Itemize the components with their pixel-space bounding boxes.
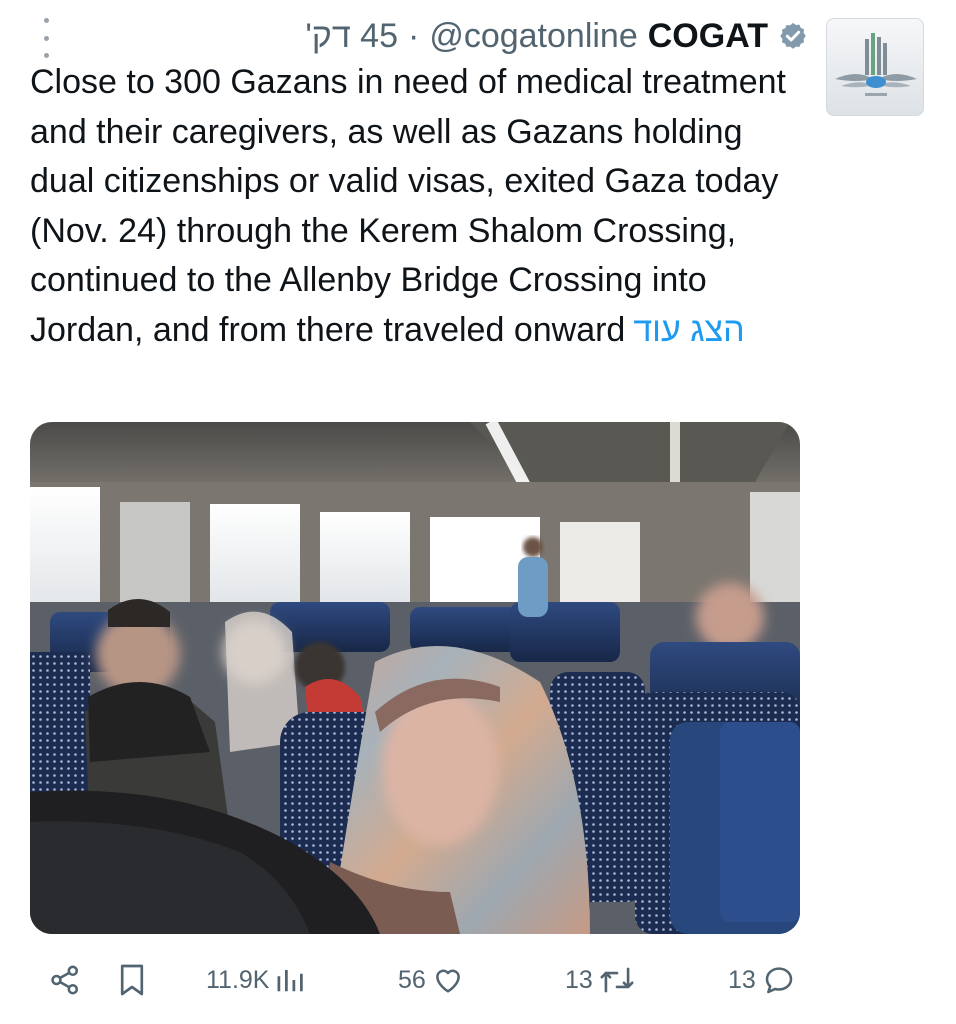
like-icon bbox=[435, 969, 460, 993]
share-button[interactable] bbox=[48, 950, 82, 1010]
show-more-link[interactable]: הצג עוד bbox=[633, 311, 744, 349]
avatar[interactable] bbox=[826, 18, 924, 116]
more-options-button[interactable] bbox=[36, 18, 56, 58]
retweet-button[interactable]: 13 bbox=[565, 950, 635, 1010]
reply-button[interactable]: 13 bbox=[728, 950, 796, 1010]
share-icon bbox=[51, 965, 79, 995]
tweet-text: Close to 300 Gazans in need of medical t… bbox=[30, 58, 810, 355]
tweet-photo[interactable] bbox=[30, 422, 800, 934]
bookmark-icon bbox=[120, 964, 144, 996]
retweets-count: 13 bbox=[565, 965, 593, 994]
more-dot bbox=[43, 18, 49, 23]
likes-count: 56 bbox=[398, 965, 426, 994]
tweet-body: Close to 300 Gazans in need of medical t… bbox=[30, 63, 786, 349]
retweet-icon bbox=[600, 967, 634, 993]
author-handle[interactable]: @cogatonline bbox=[429, 17, 637, 56]
replies-count: 13 bbox=[728, 965, 756, 994]
bus-interior-photo bbox=[30, 422, 800, 934]
views-count: 11.9K bbox=[206, 965, 270, 994]
like-button[interactable]: 56 bbox=[398, 950, 464, 1010]
reply-icon bbox=[765, 967, 793, 994]
views-icon bbox=[277, 970, 304, 992]
more-dot bbox=[43, 35, 49, 41]
verified-badge-icon bbox=[780, 22, 806, 49]
author-name[interactable]: COGAT bbox=[648, 17, 768, 56]
separator: · bbox=[407, 16, 420, 55]
tweet-header: 45 דק' · @cogatonline COGAT bbox=[305, 14, 808, 58]
bookmark-button[interactable] bbox=[118, 950, 146, 1010]
views-button[interactable]: 11.9K bbox=[206, 950, 305, 1010]
cogat-logo-icon bbox=[835, 33, 917, 96]
tweet-actions: 11.9K 56 13 13 bbox=[0, 950, 956, 1010]
timestamp[interactable]: 45 דק' bbox=[305, 17, 398, 56]
